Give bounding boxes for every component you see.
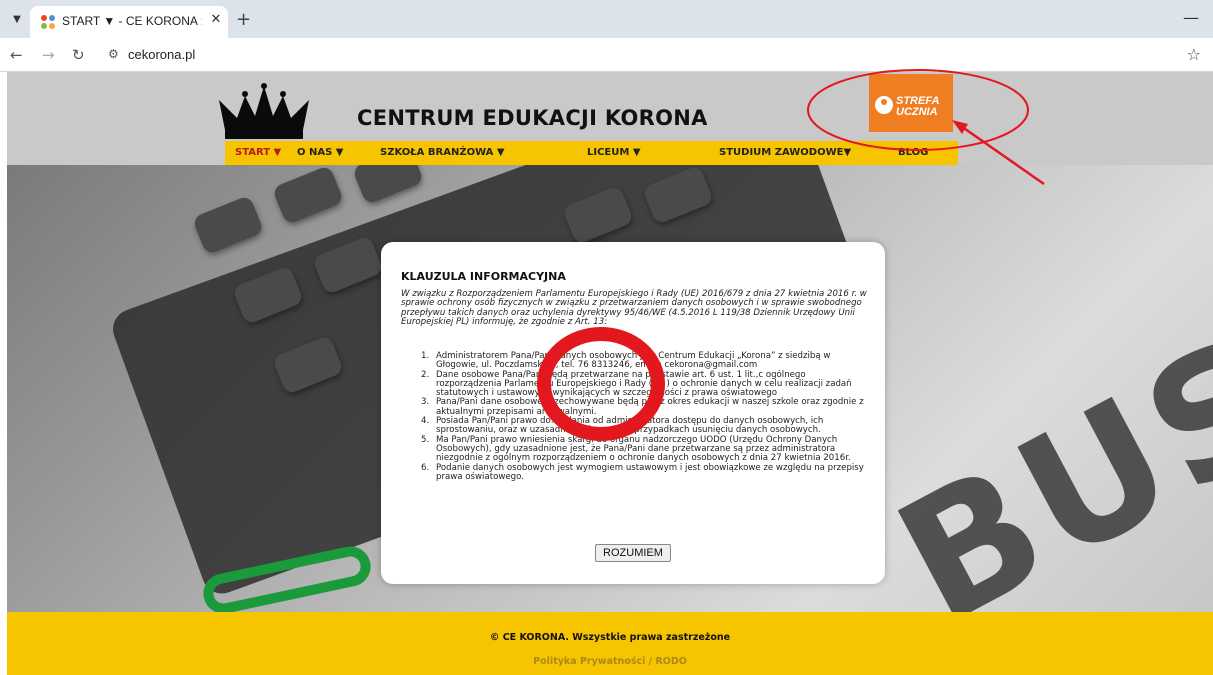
strefa-line2: UCZNIA	[896, 106, 938, 118]
footer-copyright: © CE KORONA. Wszystkie prawa zastrzeżone	[489, 632, 731, 643]
list-item: 6. Podanie danych osobowych jest wymogiem…	[401, 462, 871, 483]
browser-tab-bar: ▼ START ▼ - CE KORONA :: CENT ✕ + —	[0, 0, 1213, 38]
nav-item-szkola-branzowa[interactable]: SZKOŁA BRANŻOWA ▼	[380, 147, 505, 158]
close-icon[interactable]: ✕	[208, 12, 224, 28]
list-text: Dane osobowe Pana/Pani będą przetwarzane…	[436, 369, 852, 399]
main-nav: START ▼ O NAS ▼ SZKOŁA BRANŻOWA ▼ LICEUM…	[225, 141, 958, 165]
modal-title: KLAUZULA INFORMACYJNA	[401, 270, 566, 283]
privacy-modal: KLAUZULA INFORMACYJNA W związku z Rozpor…	[381, 242, 885, 584]
plus-icon[interactable]: +	[236, 9, 251, 30]
reload-icon[interactable]: ↻	[72, 46, 85, 64]
web-page: CENTRUM EDUKACJI KORONA STREFA UCZNIA ST…	[7, 72, 1213, 675]
site-header: CENTRUM EDUKACJI KORONA STREFA UCZNIA ST…	[7, 72, 1213, 165]
forward-arrow-icon[interactable]: →	[42, 46, 55, 64]
modal-list: 1. Administratorem Pana/Pani danych osobo…	[401, 351, 871, 483]
site-title[interactable]: CENTRUM EDUKACJI KORONA	[357, 106, 708, 130]
calculator-key	[191, 194, 265, 256]
privacy-policy-link[interactable]: Polityka Prywatności / RODO	[7, 656, 1213, 667]
list-number: 3.	[421, 397, 430, 408]
list-item: 2. Dane osobowe Pana/Pani będą przetwarza…	[401, 369, 871, 399]
list-number: 6.	[421, 462, 430, 473]
nav-item-studium-zawodowe[interactable]: STUDIUM ZAWODOWE▼	[719, 147, 851, 158]
nav-item-start[interactable]: START ▼	[235, 147, 281, 158]
user-icon	[875, 96, 893, 114]
site-settings-icon[interactable]: ⚙	[108, 47, 119, 61]
star-icon[interactable]: ☆	[1187, 45, 1201, 64]
list-text: Administratorem Pana/Pani danych osobowy…	[436, 351, 831, 371]
modal-intro: W związku z Rozporządzeniem Parlamentu E…	[401, 289, 867, 327]
list-item: 1. Administratorem Pana/Pani danych osobo…	[401, 351, 871, 371]
calculator-key	[351, 165, 425, 206]
strefa-label: STREFA UCZNIA	[896, 96, 939, 118]
list-item: 3. Pana/Pani dane osobowe przechowywane b…	[401, 398, 871, 417]
list-text: Pana/Pani dane osobowe przechowywane będ…	[436, 397, 864, 417]
list-text: Ma Pan/Pani prawo wniesienia skargi do o…	[436, 434, 851, 464]
minimize-icon[interactable]: —	[1183, 8, 1199, 27]
nav-item-o-nas[interactable]: O NAS ▼	[297, 147, 343, 158]
chevron-down-icon[interactable]: ▼	[8, 10, 26, 28]
nav-item-blog[interactable]: BLOG	[898, 147, 928, 158]
list-number: 2.	[421, 369, 430, 380]
crown-icon[interactable]	[215, 82, 313, 140]
hero-background-text: BUSI	[868, 264, 1213, 612]
url-field[interactable]: cekorona.pl	[128, 47, 195, 62]
address-bar: ← → ↻ ⚙ cekorona.pl ☆	[0, 38, 1213, 72]
joomla-favicon-icon	[41, 15, 55, 29]
list-number: 5.	[421, 434, 430, 445]
calculator-key	[271, 165, 345, 226]
browser-tab[interactable]: START ▼ - CE KORONA :: CENT ✕	[30, 6, 228, 38]
list-text: Posiada Pan/Pani prawo do: żądania od ad…	[436, 416, 824, 436]
site-footer: © CE KORONA. Wszystkie prawa zastrzeżone…	[7, 612, 1213, 675]
list-item: 4. Posiada Pan/Pani prawo do: żądania od …	[401, 416, 871, 436]
list-text: Podanie danych osobowych jest wymogiem u…	[436, 462, 864, 482]
tab-title: START ▼ - CE KORONA :: CENT	[62, 14, 202, 28]
rozumiem-button[interactable]: ROZUMIEM	[595, 544, 671, 562]
list-number: 1.	[421, 351, 430, 361]
list-number: 4.	[421, 416, 430, 427]
list-item: 5. Ma Pan/Pani prawo wniesienia skargi do…	[401, 434, 871, 464]
strefa-ucznia-button[interactable]: STREFA UCZNIA	[869, 74, 953, 132]
nav-item-liceum[interactable]: LICEUM ▼	[587, 147, 641, 158]
back-arrow-icon[interactable]: ←	[10, 46, 23, 64]
